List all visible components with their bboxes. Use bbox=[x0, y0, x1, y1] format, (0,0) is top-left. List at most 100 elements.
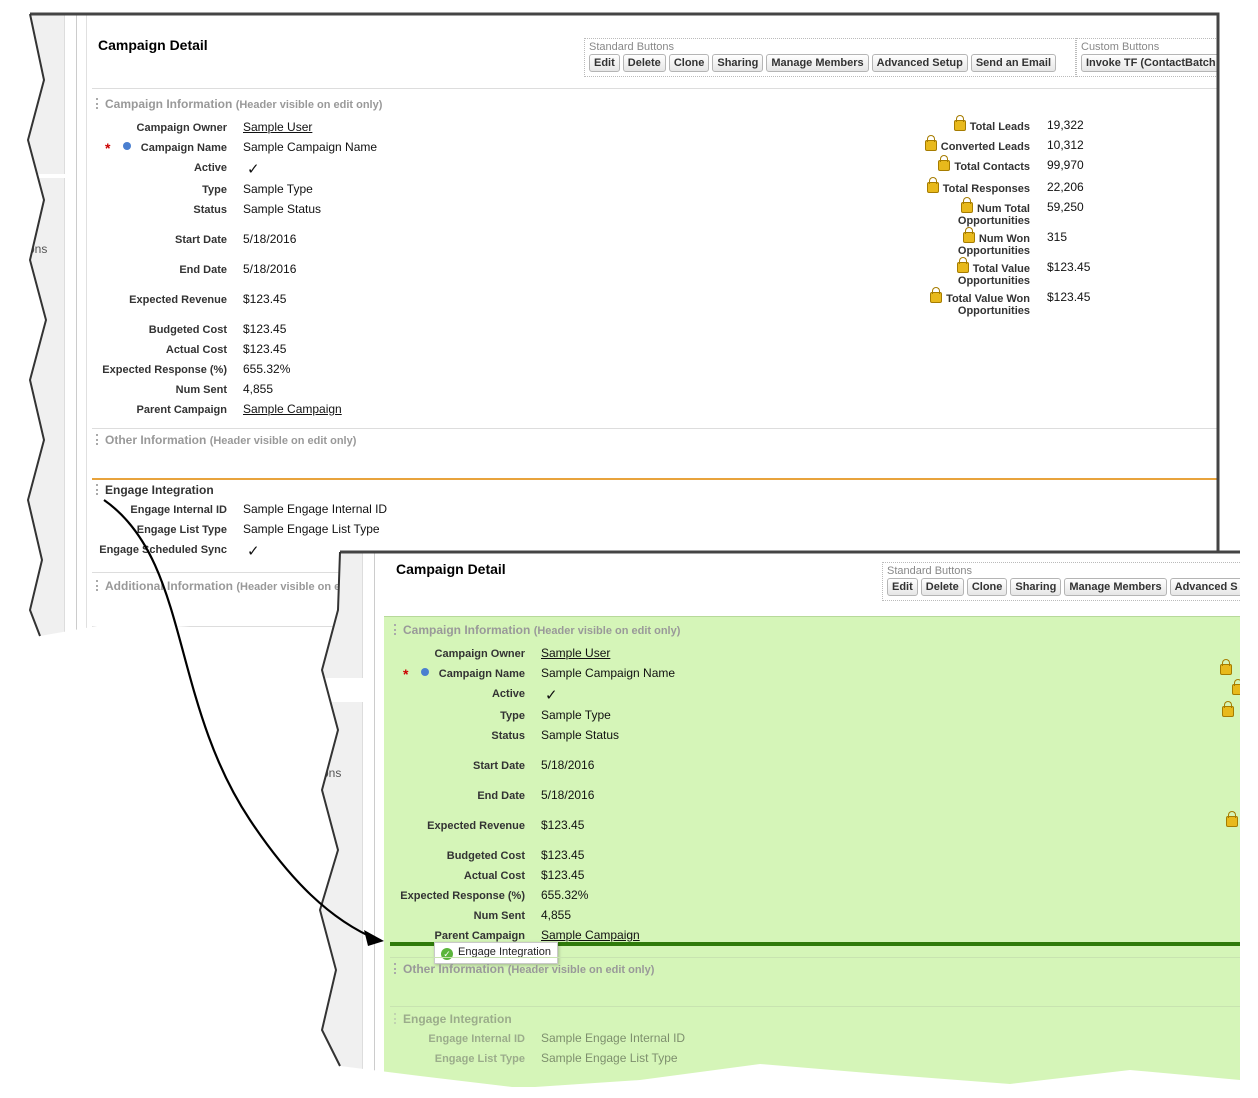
sidebar-label[interactable]: nt bbox=[16, 564, 26, 578]
clone-button[interactable]: Clone bbox=[966, 578, 1008, 596]
section-other-information[interactable]: Other Information (Header visible on edi… bbox=[96, 433, 356, 447]
sidebar-label[interactable]: tions bbox=[320, 766, 341, 780]
standard-buttons-caption: Standard Buttons bbox=[887, 565, 973, 577]
lock-icon bbox=[924, 135, 937, 151]
field-label: Status bbox=[193, 204, 227, 216]
lock-icon bbox=[962, 227, 975, 243]
field-link[interactable]: Sample User bbox=[541, 646, 610, 660]
field-label: Num Sent bbox=[175, 384, 227, 396]
section-other-information[interactable]: Other Information (Header visible on edi… bbox=[394, 962, 654, 976]
drag-handle-icon[interactable] bbox=[96, 434, 101, 445]
field-label: Active bbox=[491, 688, 525, 700]
send-an-email-button[interactable]: Send an Email bbox=[970, 54, 1057, 72]
manage-members-button[interactable]: Manage Members bbox=[766, 54, 869, 72]
stat-label: Total Value Opportunities bbox=[900, 257, 1030, 287]
field-value: Sample Status bbox=[243, 202, 322, 216]
drag-tooltip: ✓ Engage Integration bbox=[434, 942, 558, 964]
field-label: Actual Cost bbox=[463, 870, 525, 882]
divider bbox=[390, 1006, 1240, 1007]
standard-buttons-group: Standard Buttons Edit Delete Clone Sharing M… bbox=[882, 562, 1240, 601]
stat-value: $123.45 bbox=[1047, 260, 1091, 274]
field-link[interactable]: Sample Campaign bbox=[243, 402, 342, 416]
section-engage-integration[interactable]: Engage Integration bbox=[394, 1012, 512, 1026]
edit-button[interactable]: Edit bbox=[589, 54, 620, 72]
field-label: Parent Campaign bbox=[136, 404, 227, 416]
stat-label-text: Opportunities bbox=[957, 305, 1030, 317]
drag-handle-icon[interactable] bbox=[394, 624, 399, 635]
info-dot-icon bbox=[421, 668, 429, 676]
field-label: Type bbox=[500, 710, 525, 722]
section-title: Additional Information bbox=[105, 579, 233, 593]
field-value: Sample Campaign Name bbox=[243, 140, 378, 154]
stat-value: 315 bbox=[1047, 230, 1068, 244]
field-value: ✓ bbox=[247, 161, 260, 178]
delete-button[interactable]: Delete bbox=[920, 578, 964, 596]
section-campaign-information[interactable]: Campaign Information (Header visible on … bbox=[96, 97, 382, 111]
required-asterisk-icon: * bbox=[403, 666, 409, 682]
field-value: Sample Type bbox=[541, 708, 611, 722]
field-link[interactable]: Sample Campaign bbox=[541, 928, 640, 942]
stat-label: Total Value Won Opportunities bbox=[900, 287, 1030, 317]
stat-label: Total Contacts bbox=[900, 155, 1030, 173]
clone-button[interactable]: Clone bbox=[668, 54, 710, 72]
edit-button[interactable]: Edit bbox=[887, 578, 918, 596]
section-title: Other Information bbox=[105, 433, 207, 447]
field-label: Type bbox=[202, 184, 227, 196]
field-value: Sample Engage List Type bbox=[541, 1051, 678, 1065]
lock-icon bbox=[956, 257, 969, 273]
section-campaign-information[interactable]: Campaign Information (Header visible on … bbox=[394, 623, 680, 637]
section-engage-integration[interactable]: Engage Integration bbox=[96, 483, 214, 497]
section-note: (Header visible on edit only) bbox=[507, 964, 655, 976]
stat-label-text: Opportunities bbox=[957, 215, 1030, 227]
content-border bbox=[76, 14, 77, 642]
field-value: $123.45 bbox=[243, 322, 287, 336]
drag-handle-icon[interactable] bbox=[394, 963, 399, 974]
lock-icon bbox=[1220, 659, 1232, 675]
field-label: Parent Campaign bbox=[434, 930, 525, 942]
drag-handle-icon[interactable] bbox=[96, 484, 101, 495]
drag-handle-icon[interactable] bbox=[394, 1013, 399, 1024]
section-additional-information[interactable]: Additional Information (Header visible o… bbox=[96, 579, 347, 593]
advanced-setup-button[interactable]: Advanced Setup bbox=[871, 54, 968, 72]
section-title: Campaign Information bbox=[403, 623, 531, 637]
stat-label-text: Num Won bbox=[978, 233, 1030, 245]
field-label: Campaign Owner bbox=[434, 648, 525, 660]
sharing-button[interactable]: Sharing bbox=[1010, 578, 1062, 596]
field-label: Campaign Owner bbox=[136, 122, 227, 134]
field-value: 5/18/2016 bbox=[541, 788, 595, 802]
left-sidebar bbox=[28, 14, 65, 174]
required-asterisk-icon: * bbox=[105, 140, 111, 156]
invoke-tf-button[interactable]: Invoke TF (ContactBatch bbox=[1081, 54, 1218, 72]
section-title: Engage Integration bbox=[403, 1012, 512, 1026]
stat-label: Num Won Opportunities bbox=[900, 227, 1030, 257]
field-value: 5/18/2016 bbox=[243, 262, 297, 276]
drag-handle-icon[interactable] bbox=[96, 580, 101, 591]
standard-buttons-group: Standard Buttons Edit Delete Clone Sharing M… bbox=[584, 38, 1076, 77]
section-note: (Header visible on edit only) bbox=[209, 435, 357, 447]
lock-icon bbox=[953, 115, 966, 131]
stat-label: Total Responses bbox=[900, 177, 1030, 195]
stat-label-text: Total Value bbox=[972, 263, 1030, 275]
field-value: Sample Engage Internal ID bbox=[243, 502, 388, 516]
field-value: $123.45 bbox=[541, 848, 585, 862]
field-label: Engage Scheduled Sync bbox=[99, 544, 227, 556]
advanced-s-button[interactable]: Advanced S bbox=[1169, 578, 1240, 596]
stat-label-text: Total Contacts bbox=[954, 161, 1030, 173]
field-value: $123.45 bbox=[243, 292, 287, 306]
stat-label-text: Num Total bbox=[977, 203, 1030, 215]
left-sidebar-lower: tions bbox=[320, 702, 363, 1082]
section-title: Engage Integration bbox=[105, 483, 214, 497]
manage-members-button[interactable]: Manage Members bbox=[1064, 578, 1167, 596]
custom-buttons-caption: Custom Buttons bbox=[1081, 41, 1160, 53]
field-link[interactable]: Sample User bbox=[243, 120, 312, 134]
field-value: 4,855 bbox=[243, 382, 274, 396]
field-value: 4,855 bbox=[541, 908, 572, 922]
page-title: Campaign Detail bbox=[98, 37, 208, 53]
sidebar-label[interactable]: ctions bbox=[28, 242, 47, 256]
field-value: ✓ bbox=[545, 687, 558, 704]
field-label: End Date bbox=[179, 264, 227, 276]
sharing-button[interactable]: Sharing bbox=[712, 54, 764, 72]
lock-icon bbox=[1232, 679, 1240, 695]
delete-button[interactable]: Delete bbox=[622, 54, 666, 72]
drag-handle-icon[interactable] bbox=[96, 98, 101, 109]
